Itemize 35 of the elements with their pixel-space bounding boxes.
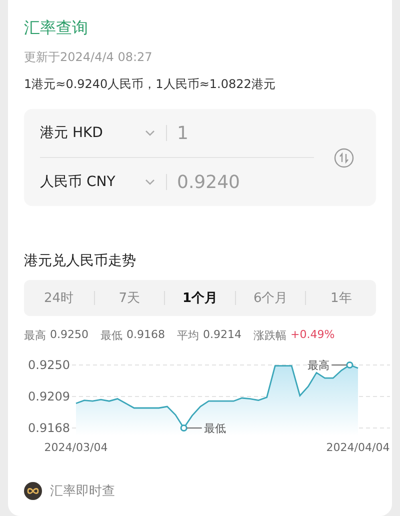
period-tab[interactable]: 1年 — [306, 289, 376, 307]
stat-value: 0.9250 — [50, 328, 88, 343]
swap-icon[interactable] — [334, 148, 354, 168]
stat-label: 最低 — [100, 328, 122, 343]
x-tick-label: 2024/04/04 — [326, 441, 390, 454]
stat-value: 0.9168 — [126, 328, 165, 343]
stat-label: 最高 — [24, 328, 46, 343]
footer-label: 汇率即时查 — [50, 483, 115, 500]
stat-label: 涨跌幅 — [254, 328, 286, 343]
period-tab[interactable]: 6个月 — [236, 289, 306, 307]
y-tick-label: 0.9250 — [28, 358, 70, 372]
y-tick-label: 0.9209 — [28, 390, 70, 404]
period-tab[interactable]: 7天 — [94, 289, 164, 307]
rate-summary: 1港元≈0.9240人民币，1人民币≈1.0822港元 — [24, 76, 276, 93]
extreme-marker — [331, 361, 354, 369]
stat-value: +0.49% — [290, 328, 335, 343]
y-tick-label: 0.9168 — [28, 421, 70, 435]
stat-value: 0.9214 — [203, 328, 242, 343]
page-title: 汇率查询 — [24, 18, 89, 39]
x-tick-label: 2024/03/04 — [44, 441, 108, 454]
period-tab[interactable]: 1个月 — [165, 289, 235, 307]
amount-field[interactable]: 1 — [177, 122, 267, 144]
extreme-label: 最高 — [308, 359, 330, 372]
chevron-icon[interactable] — [144, 129, 156, 137]
currency-select[interactable]: 人民币 CNY — [40, 173, 144, 191]
chevron-icon[interactable] — [144, 178, 156, 186]
updated-time: 更新于2024/4/4 08:27 — [24, 49, 154, 66]
stat-label: 平均 — [177, 328, 199, 343]
period-tab[interactable]: 24时 — [24, 289, 94, 307]
section-title: 港元兑人民币走势 — [24, 252, 137, 270]
link-icon — [24, 482, 42, 500]
extreme-label: 最低 — [204, 422, 226, 435]
extreme-marker — [180, 424, 202, 432]
amount-field[interactable]: 0.9240 — [177, 172, 267, 192]
currency-select[interactable]: 港元 HKD — [40, 124, 144, 142]
